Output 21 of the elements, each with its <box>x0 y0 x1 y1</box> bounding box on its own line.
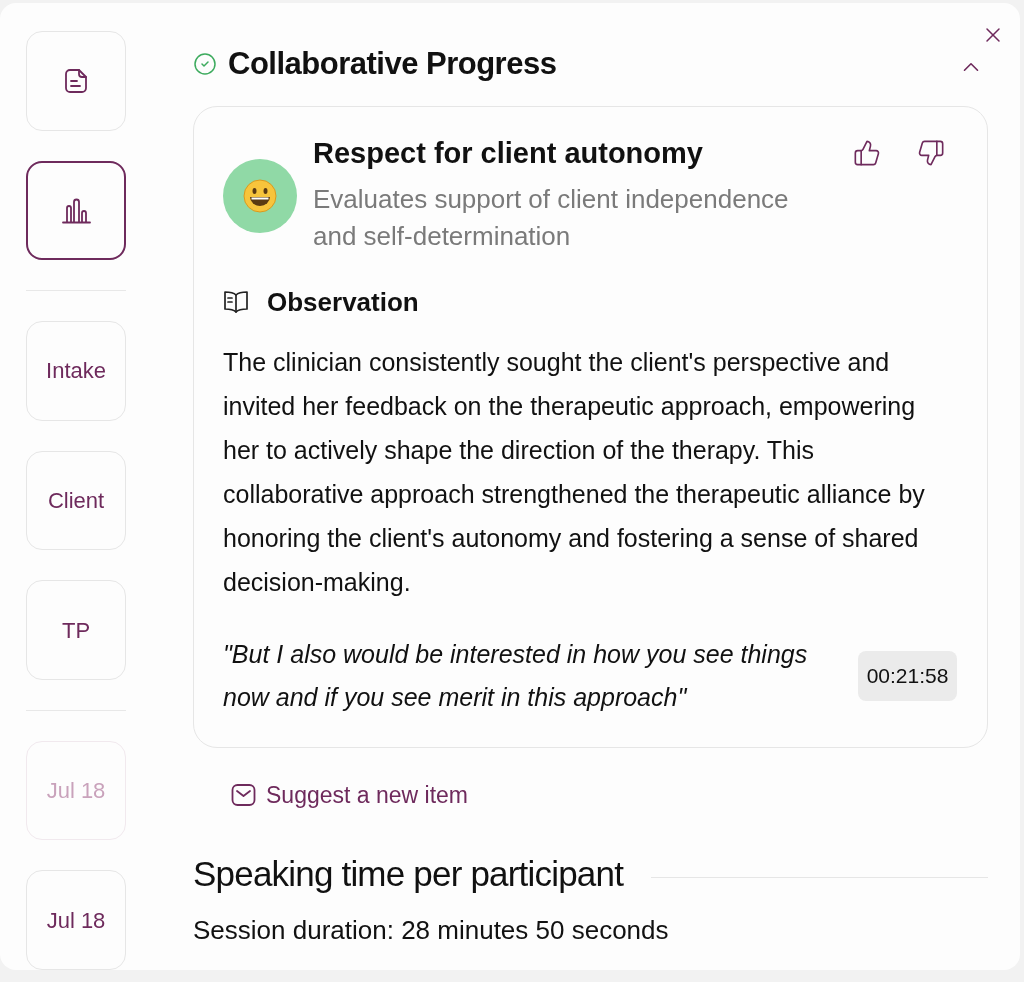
timestamp-chip[interactable]: 00:21:58 <box>858 651 957 701</box>
envelope-icon <box>231 783 256 808</box>
sidebar-icon-tab[interactable] <box>26 160 126 261</box>
sidebar-tab[interactable]: TP <box>26 580 126 680</box>
observation-heading: Observation <box>267 285 419 319</box>
sidebar-tab[interactable]: Intake <box>26 321 126 421</box>
criterion-description: Evaluates support of client independence and self-determination <box>313 183 790 253</box>
thumbs-up-icon[interactable] <box>853 139 881 167</box>
section-title: Collaborative Progress <box>228 44 557 83</box>
check-circle-icon <box>193 52 217 76</box>
grinning-face-icon <box>243 179 277 213</box>
speaking-time-title: Speaking time per participant <box>193 852 624 895</box>
thumbs-down-icon[interactable] <box>917 139 945 167</box>
observation-text: The clinician consistently sought the client's perspective and invited her feedback on the therapeutic approach, empowering her to actively shape the direction of the therapy. This collaborative approach strengthened the therapeutic alliance by honoring the client's autonomy and fostering a sense of shared decision-making. <box>223 347 926 598</box>
suggest-item-link[interactable]: Suggest a new item <box>231 778 468 813</box>
session-duration-text: Session duration: 28 minutes 50 seconds <box>193 914 669 947</box>
sidebar-tab[interactable]: Jul 18 <box>26 870 126 971</box>
quote-text: "But I also would be interested in how you see things now and if you see merit in this approach" <box>223 639 809 713</box>
sidebar-tab[interactable]: Client <box>26 450 126 551</box>
open-book-icon <box>223 290 249 314</box>
criterion-title: Respect for client autonomy <box>313 137 704 169</box>
